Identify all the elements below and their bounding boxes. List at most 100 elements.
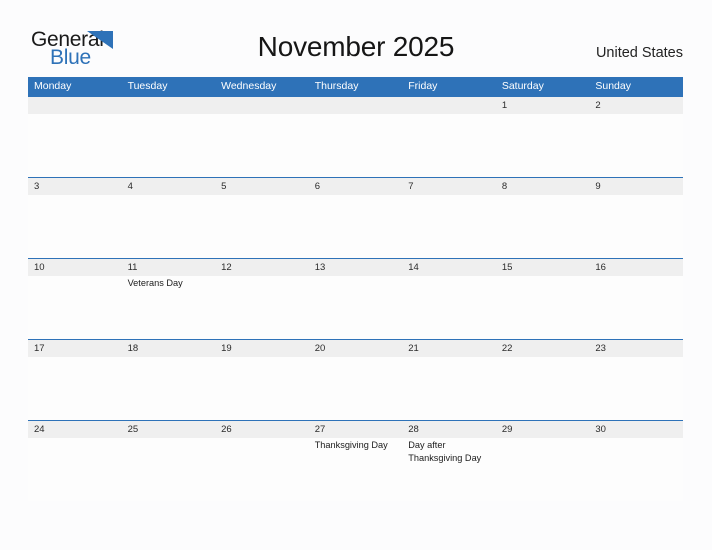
day-number-1[interactable]: 1 bbox=[496, 97, 590, 114]
week-date-strip: 3456789 bbox=[28, 178, 683, 195]
day-number-24[interactable]: 24 bbox=[28, 421, 122, 438]
day-number-19[interactable]: 19 bbox=[215, 340, 309, 357]
week-event-strip bbox=[28, 195, 683, 258]
day-number-26[interactable]: 26 bbox=[215, 421, 309, 438]
day-number-21[interactable]: 21 bbox=[402, 340, 496, 357]
day-number-empty bbox=[215, 97, 309, 114]
day-cell-7[interactable] bbox=[402, 195, 496, 258]
day-cell-27[interactable]: Thanksgiving Day bbox=[309, 438, 403, 501]
day-cell-empty bbox=[309, 114, 403, 177]
day-number-27[interactable]: 27 bbox=[309, 421, 403, 438]
day-cell-16[interactable] bbox=[589, 276, 683, 339]
calendar-week-row: 12 bbox=[28, 96, 683, 177]
day-number-14[interactable]: 14 bbox=[402, 259, 496, 276]
calendar-week-row: 10 11 12 13 14 15 16 Veterans Day bbox=[28, 258, 683, 339]
day-cell-24[interactable] bbox=[28, 438, 122, 501]
day-cell-19[interactable] bbox=[215, 357, 309, 420]
day-number-30[interactable]: 30 bbox=[589, 421, 683, 438]
day-cell-4[interactable] bbox=[122, 195, 216, 258]
day-number-11[interactable]: 11 bbox=[122, 259, 216, 276]
day-number-13[interactable]: 13 bbox=[309, 259, 403, 276]
week-date-strip: 12 bbox=[28, 97, 683, 114]
day-cell-13[interactable] bbox=[309, 276, 403, 339]
holiday-label: Day after Thanksgiving Day bbox=[408, 440, 482, 463]
week-event-strip: Veterans Day bbox=[28, 276, 683, 339]
calendar-week-row: 24 25 26 27 28 29 30 Thanksgiving Day Day after … bbox=[28, 420, 683, 501]
calendar-week-row: 17 18 19 20 21 22 23 bbox=[28, 339, 683, 420]
calendar-page: General Blue November 2025 United States… bbox=[0, 0, 712, 550]
day-cell-22[interactable] bbox=[496, 357, 590, 420]
weekday-header-sunday: Sunday bbox=[595, 80, 631, 92]
day-cell-empty bbox=[215, 114, 309, 177]
day-number-8[interactable]: 8 bbox=[496, 178, 590, 195]
weekday-header-saturday: Saturday bbox=[501, 80, 544, 92]
day-number-12[interactable]: 12 bbox=[215, 259, 309, 276]
day-number-empty bbox=[309, 97, 403, 114]
day-number-empty bbox=[28, 97, 122, 114]
week-date-strip: 24 25 26 27 28 29 30 bbox=[28, 421, 683, 438]
day-number-16[interactable]: 16 bbox=[589, 259, 683, 276]
day-cell-11[interactable]: Veterans Day bbox=[122, 276, 216, 339]
day-number-25[interactable]: 25 bbox=[122, 421, 216, 438]
calendar-week-row: 3456789 bbox=[28, 177, 683, 258]
day-cell-30[interactable] bbox=[589, 438, 683, 501]
day-cell-18[interactable] bbox=[122, 357, 216, 420]
weekday-header-tuesday: Tuesday bbox=[127, 80, 168, 92]
day-cell-5[interactable] bbox=[215, 195, 309, 258]
day-cell-3[interactable] bbox=[28, 195, 122, 258]
day-cell-empty bbox=[122, 114, 216, 177]
day-cell-25[interactable] bbox=[122, 438, 216, 501]
calendar-grid: Monday Tuesday Wednesday Thursday Friday Satu… bbox=[28, 77, 683, 501]
day-number-7[interactable]: 7 bbox=[402, 178, 496, 195]
day-cell-14[interactable] bbox=[402, 276, 496, 339]
day-number-2[interactable]: 2 bbox=[589, 97, 683, 114]
day-number-15[interactable]: 15 bbox=[496, 259, 590, 276]
day-cell-15[interactable] bbox=[496, 276, 590, 339]
day-cell-29[interactable] bbox=[496, 438, 590, 501]
day-cell-12[interactable] bbox=[215, 276, 309, 339]
page-header: General Blue November 2025 United States bbox=[0, 0, 712, 76]
day-cell-1[interactable] bbox=[496, 114, 590, 177]
day-cell-21[interactable] bbox=[402, 357, 496, 420]
day-number-10[interactable]: 10 bbox=[28, 259, 122, 276]
day-cell-9[interactable] bbox=[589, 195, 683, 258]
week-event-strip: Thanksgiving Day Day after Thanksgiving D… bbox=[28, 438, 683, 501]
calendar-weeks: 1 2 3 4 5 6 7 8 9 10 11 12 13 14 15 16 Veterans Day 17 18 1… bbox=[28, 96, 683, 501]
day-number-empty bbox=[402, 97, 496, 114]
week-event-strip bbox=[28, 357, 683, 420]
holiday-label: Veterans Day bbox=[127, 278, 183, 288]
day-number-4[interactable]: 4 bbox=[122, 178, 216, 195]
day-cell-8[interactable] bbox=[496, 195, 590, 258]
day-cell-10[interactable] bbox=[28, 276, 122, 339]
weekday-header-thursday: Thursday bbox=[314, 80, 359, 92]
day-number-29[interactable]: 29 bbox=[496, 421, 590, 438]
day-number-6[interactable]: 6 bbox=[309, 178, 403, 195]
day-number-empty bbox=[122, 97, 216, 114]
week-date-strip: 17 18 19 20 21 22 23 bbox=[28, 340, 683, 357]
country-label: United States bbox=[595, 45, 683, 61]
day-number-5[interactable]: 5 bbox=[215, 178, 309, 195]
day-cell-empty bbox=[28, 114, 122, 177]
day-cell-2[interactable] bbox=[589, 114, 683, 177]
day-number-3[interactable]: 3 bbox=[28, 178, 122, 195]
holiday-label: Thanksgiving Day bbox=[314, 440, 388, 450]
week-date-strip: 10 11 12 13 14 15 16 bbox=[28, 259, 683, 276]
day-number-28[interactable]: 28 bbox=[402, 421, 496, 438]
day-cell-26[interactable] bbox=[215, 438, 309, 501]
week-event-strip bbox=[28, 114, 683, 177]
weekday-header-row: Monday Tuesday Wednesday Thursday Friday Satu… bbox=[28, 77, 683, 96]
day-number-23[interactable]: 23 bbox=[589, 340, 683, 357]
day-cell-6[interactable] bbox=[309, 195, 403, 258]
day-number-22[interactable]: 22 bbox=[496, 340, 590, 357]
day-cell-23[interactable] bbox=[589, 357, 683, 420]
day-number-18[interactable]: 18 bbox=[122, 340, 216, 357]
weekday-header-wednesday: Wednesday bbox=[221, 80, 277, 92]
day-cell-28[interactable]: Day after Thanksgiving Day bbox=[402, 438, 496, 501]
day-cell-17[interactable] bbox=[28, 357, 122, 420]
day-number-17[interactable]: 17 bbox=[28, 340, 122, 357]
day-cell-20[interactable] bbox=[309, 357, 403, 420]
day-cell-empty bbox=[402, 114, 496, 177]
weekday-header-monday: Monday bbox=[34, 80, 72, 92]
day-number-9[interactable]: 9 bbox=[589, 178, 683, 195]
day-number-20[interactable]: 20 bbox=[309, 340, 403, 357]
